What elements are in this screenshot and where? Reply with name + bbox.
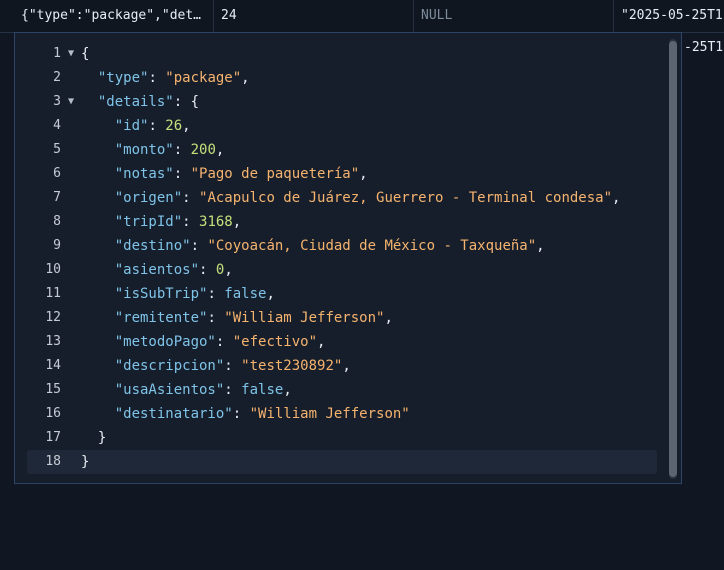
json-number: 3168 [199, 214, 233, 230]
code-line[interactable]: 14 "descripcion": "test230892", [27, 354, 657, 378]
line-number: 15 [45, 382, 61, 397]
brace: } [81, 454, 90, 470]
line-number: 13 [45, 334, 61, 349]
json-key: "details" [97, 94, 174, 110]
fold-arrow-icon[interactable]: ▼ [65, 42, 77, 66]
line-number: 1 [53, 46, 61, 61]
code-line[interactable]: 1 ▼ { [27, 42, 657, 66]
cell-null[interactable]: NULL [413, 0, 613, 32]
brace: } [97, 430, 107, 446]
code-line[interactable]: 7 "origen": "Acapulco de Juárez, Guerrer… [27, 186, 657, 210]
line-number: 9 [53, 238, 61, 253]
cell-timestamp-partial[interactable]: -25T1 [684, 36, 723, 60]
code-line[interactable]: 10 "asientos": 0, [27, 258, 657, 282]
json-string: "test230892" [241, 358, 343, 374]
code-line[interactable]: 9 "destino": "Coyoacán, Ciudad de México… [27, 234, 657, 258]
json-string: "Acapulco de Juárez, Guerrero - Terminal… [199, 190, 613, 206]
json-number: 26 [165, 118, 183, 134]
line-number: 4 [53, 118, 61, 133]
json-key: "asientos" [114, 262, 200, 278]
scrollbar-thumb[interactable] [669, 41, 677, 477]
code-line-active[interactable]: 18 } [27, 450, 657, 474]
json-string: "William Jefferson" [224, 310, 385, 326]
json-boolean: false [241, 382, 284, 398]
json-string: "package" [165, 70, 242, 86]
json-key: "remitente" [114, 310, 208, 326]
fold-arrow-icon[interactable]: ▼ [65, 90, 77, 114]
code-line[interactable]: 5 "monto": 200, [27, 138, 657, 162]
line-number: 16 [45, 406, 61, 421]
code-line[interactable]: 16 "destinatario": "William Jefferson" [27, 402, 657, 426]
result-grid-row[interactable]: {"type":"package","det… 24 NULL "2025-05… [0, 0, 724, 33]
json-string: "Pago de paquetería" [190, 166, 360, 182]
code-line[interactable]: 6 "notas": "Pago de paquetería", [27, 162, 657, 186]
json-key: "id" [114, 118, 149, 134]
json-editor-popup[interactable]: 1 ▼ { 2 "type": "package", 3 ▼ "details"… [14, 32, 682, 484]
line-number: 17 [45, 430, 61, 445]
json-key: "metodoPago" [114, 334, 216, 350]
json-boolean: false [224, 286, 267, 302]
line-number: 10 [45, 262, 61, 277]
code-line[interactable]: 12 "remitente": "William Jefferson", [27, 306, 657, 330]
json-string: "William Jefferson" [249, 406, 410, 422]
line-number: 7 [53, 190, 61, 205]
json-string: "Coyoacán, Ciudad de México - Taxqueña" [207, 238, 537, 254]
json-key: "isSubTrip" [114, 286, 208, 302]
code-line[interactable]: 15 "usaAsientos": false, [27, 378, 657, 402]
line-number: 3 [53, 94, 61, 109]
vertical-scrollbar[interactable] [669, 39, 677, 479]
line-number: 5 [53, 142, 61, 157]
code-line[interactable]: 13 "metodoPago": "efectivo", [27, 330, 657, 354]
line-number: 12 [45, 310, 61, 325]
line-number: 18 [45, 454, 61, 469]
json-number: 200 [190, 142, 216, 158]
grid-empty-area [0, 484, 724, 510]
line-number: 6 [53, 166, 61, 181]
json-key: "tripId" [114, 214, 183, 230]
code-line[interactable]: 2 "type": "package", [27, 66, 657, 90]
cell-number[interactable]: 24 [213, 0, 413, 32]
line-number: 14 [45, 358, 61, 373]
line-number: 8 [53, 214, 61, 229]
json-key: "usaAsientos" [114, 382, 225, 398]
code-line[interactable]: 4 "id": 26, [27, 114, 657, 138]
json-key: "type" [97, 70, 149, 86]
line-number: 2 [53, 70, 61, 85]
json-key: "descripcion" [114, 358, 225, 374]
json-key: "destinatario" [114, 406, 233, 422]
code-line[interactable]: 3 ▼ "details": { [27, 90, 657, 114]
code-line[interactable]: 17 } [27, 426, 657, 450]
json-key: "notas" [114, 166, 174, 182]
cell-timestamp[interactable]: "2025-05-25T1 [613, 0, 724, 32]
brace: { [190, 94, 200, 110]
line-number: 11 [45, 286, 61, 301]
code-line[interactable]: 8 "tripId": 3168, [27, 210, 657, 234]
brace: { [81, 46, 90, 62]
json-key: "monto" [114, 142, 174, 158]
cell-json-details[interactable]: {"type":"package","det… [14, 0, 213, 32]
json-string: "efectivo" [232, 334, 318, 350]
json-key: "origen" [114, 190, 183, 206]
code-line[interactable]: 11 "isSubTrip": false, [27, 282, 657, 306]
code-lines[interactable]: 1 ▼ { 2 "type": "package", 3 ▼ "details"… [27, 42, 657, 474]
json-key: "destino" [114, 238, 191, 254]
